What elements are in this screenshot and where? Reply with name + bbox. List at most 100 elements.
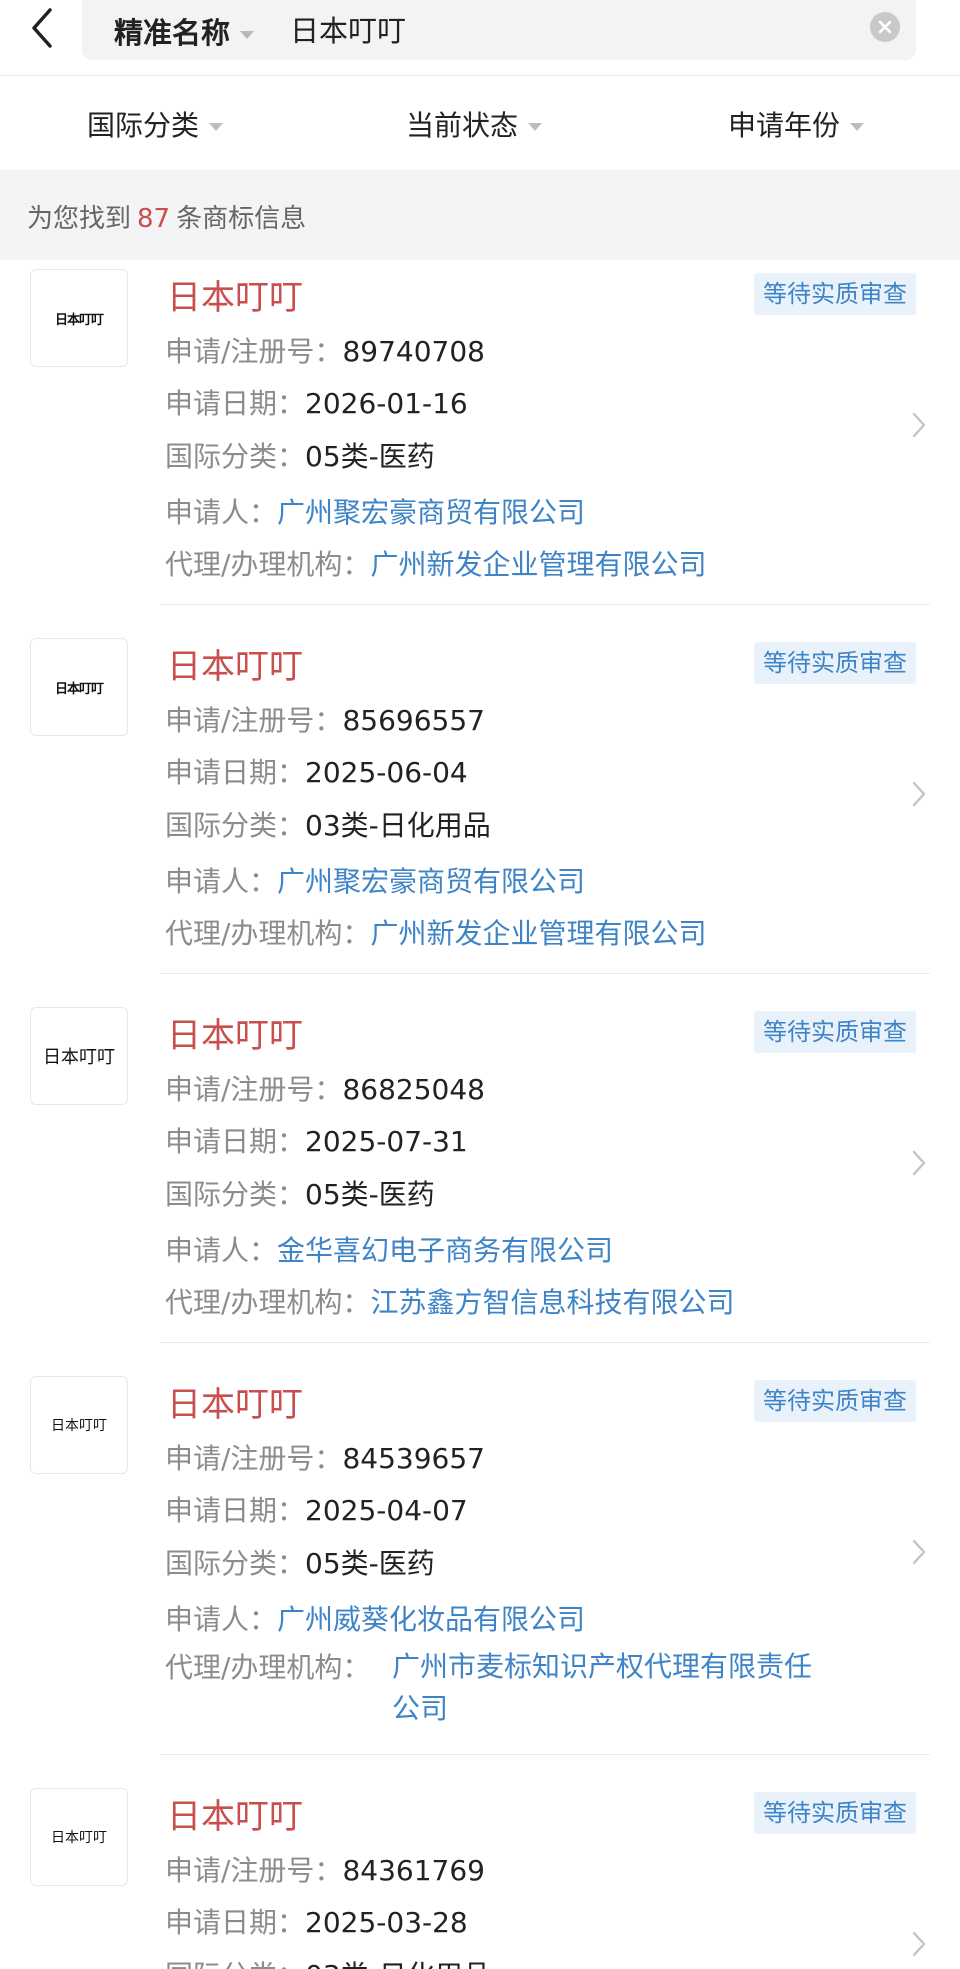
trademark-logo-text: 日本叮叮 [54, 312, 104, 328]
trademark-name: 日本叮叮 [167, 278, 303, 318]
date-value: 2025-04-07 [305, 1494, 468, 1527]
reg-no-value: 86825048 [342, 1073, 485, 1106]
status-badge: 等待实质审查 [754, 1011, 916, 1053]
divider [160, 604, 930, 605]
class-row: 国际分类：03类-日化用品 [165, 1954, 491, 1969]
search-header: 精准名称 [0, 0, 960, 76]
class-row: 国际分类：05类-医药 [165, 1173, 435, 1213]
agent-label: 代理/办理机构： [165, 1651, 371, 1684]
divider [160, 1754, 930, 1755]
class-value: 03类-日化用品 [305, 809, 491, 842]
agent-link[interactable]: 江苏鑫方智信息科技有限公司 [370, 1286, 734, 1319]
applicant-label: 申请人： [165, 1234, 278, 1267]
status-badge: 等待实质审查 [754, 273, 916, 315]
chevron-right-icon [908, 1535, 930, 1569]
result-count-suffix: 条商标信息 [176, 204, 307, 234]
trademark-card[interactable]: 日本叮叮 日本叮叮 等待实质审查 申请/注册号：89740708 申请日期：20… [0, 260, 960, 605]
search-mode-label: 精准名称 [114, 16, 231, 50]
agent-label: 代理/办理机构： [165, 548, 371, 581]
status-badge: 等待实质审查 [754, 1380, 916, 1422]
applicant-row: 申请人：广州聚宏豪商贸有限公司 [165, 860, 585, 900]
class-value: 05类-医药 [305, 1547, 435, 1580]
filter-class[interactable]: 国际分类 [87, 104, 224, 144]
class-row: 国际分类：05类-医药 [165, 435, 435, 475]
agent-row: 代理/办理机构：江苏鑫方智信息科技有限公司 [165, 1281, 734, 1321]
reg-no-row: 申请/注册号：84361769 [165, 1849, 485, 1889]
applicant-row: 申请人：金华喜幻电子商务有限公司 [165, 1229, 613, 1269]
date-row: 申请日期：2025-06-04 [165, 751, 468, 791]
trademark-name: 日本叮叮 [167, 1016, 303, 1056]
applicant-link[interactable]: 广州威葵化妆品有限公司 [277, 1603, 585, 1636]
caret-down-icon [240, 31, 255, 39]
applicant-link[interactable]: 金华喜幻电子商务有限公司 [277, 1234, 613, 1267]
agent-link[interactable]: 广州新发企业管理有限公司 [370, 917, 706, 950]
caret-down-icon [850, 123, 865, 131]
filter-year-label: 申请年份 [728, 109, 841, 142]
applicant-link[interactable]: 广州聚宏豪商贸有限公司 [277, 865, 585, 898]
status-badge: 等待实质审查 [754, 642, 916, 684]
date-label: 申请日期： [165, 387, 306, 420]
filter-bar: 国际分类 当前状态 申请年份 [0, 76, 960, 170]
applicant-label: 申请人： [165, 865, 278, 898]
date-label: 申请日期： [165, 1494, 306, 1527]
class-label: 国际分类： [165, 809, 306, 842]
date-row: 申请日期：2026-01-16 [165, 382, 468, 422]
date-value: 2025-03-28 [305, 1906, 468, 1939]
trademark-logo-text: 日本叮叮 [54, 681, 104, 697]
trademark-card[interactable]: 日本叮叮 日本叮叮 等待实质审查 申请/注册号：84539657 申请日期：20… [0, 1367, 960, 1755]
agent-link[interactable]: 广州市麦标知识产权代理有限责任 公司 [392, 1646, 852, 1730]
filter-year[interactable]: 申请年份 [728, 104, 865, 144]
date-value: 2026-01-16 [305, 387, 468, 420]
divider [160, 973, 930, 974]
trademark-name: 日本叮叮 [167, 1385, 303, 1425]
applicant-label: 申请人： [165, 496, 278, 529]
trademark-logo: 日本叮叮 [30, 638, 128, 736]
caret-down-icon [209, 123, 224, 131]
trademark-logo: 日本叮叮 [30, 1007, 128, 1105]
status-badge: 等待实质审查 [754, 1792, 916, 1834]
class-label: 国际分类： [165, 440, 306, 473]
agent-label: 代理/办理机构： [165, 917, 371, 950]
applicant-row: 申请人：广州威葵化妆品有限公司 [165, 1598, 585, 1638]
date-row: 申请日期：2025-03-28 [165, 1901, 468, 1941]
reg-no-row: 申请/注册号：85696557 [165, 699, 485, 739]
reg-no-row: 申请/注册号：86825048 [165, 1068, 485, 1108]
agent-line-2: 公司 [392, 1692, 449, 1725]
agent-line-1: 广州市麦标知识产权代理有限责任 [392, 1650, 813, 1683]
search-input[interactable] [290, 7, 830, 51]
class-row: 国际分类：05类-医药 [165, 1542, 435, 1582]
applicant-label: 申请人： [165, 1603, 278, 1636]
back-icon[interactable] [22, 2, 72, 54]
date-row: 申请日期：2025-04-07 [165, 1489, 468, 1529]
reg-no-row: 申请/注册号：89740708 [165, 330, 485, 370]
class-label: 国际分类： [165, 1959, 305, 1969]
trademark-card[interactable]: 日本叮叮 日本叮叮 等待实质审查 申请/注册号：86825048 申请日期：20… [0, 998, 960, 1343]
divider [160, 1342, 930, 1343]
search-mode-dropdown[interactable]: 精准名称 [114, 10, 255, 52]
date-label: 申请日期： [165, 1906, 306, 1939]
class-label: 国际分类： [165, 1178, 306, 1211]
filter-status[interactable]: 当前状态 [406, 104, 543, 144]
trademark-card[interactable]: 日本叮叮 日本叮叮 等待实质审查 申请/注册号：84361769 申请日期：20… [0, 1779, 960, 1969]
date-row: 申请日期：2025-07-31 [165, 1120, 468, 1160]
chevron-right-icon [908, 1146, 930, 1180]
reg-no-row: 申请/注册号：84539657 [165, 1437, 485, 1477]
reg-no-label: 申请/注册号： [165, 1854, 343, 1887]
reg-no-value: 84539657 [342, 1442, 485, 1475]
trademark-card[interactable]: 日本叮叮 日本叮叮 等待实质审查 申请/注册号：85696557 申请日期：20… [0, 629, 960, 974]
class-label: 国际分类： [165, 1547, 306, 1580]
reg-no-value: 89740708 [342, 335, 485, 368]
class-value: 03类-日化用品 [305, 1959, 491, 1969]
date-value: 2025-06-04 [305, 756, 468, 789]
result-count: 87 [137, 204, 171, 234]
trademark-logo: 日本叮叮 [30, 269, 128, 367]
agent-row: 代理/办理机构：广州新发企业管理有限公司 [165, 543, 706, 583]
reg-no-label: 申请/注册号： [165, 704, 343, 737]
agent-row: 代理/办理机构： 广州市麦标知识产权代理有限责任 公司 [165, 1646, 925, 1736]
agent-link[interactable]: 广州新发企业管理有限公司 [370, 548, 706, 581]
trademark-name: 日本叮叮 [167, 1797, 303, 1837]
clear-icon[interactable] [870, 12, 900, 42]
filter-class-label: 国际分类 [87, 109, 200, 142]
result-count-prefix: 为您找到 [27, 204, 132, 234]
applicant-link[interactable]: 广州聚宏豪商贸有限公司 [277, 496, 585, 529]
